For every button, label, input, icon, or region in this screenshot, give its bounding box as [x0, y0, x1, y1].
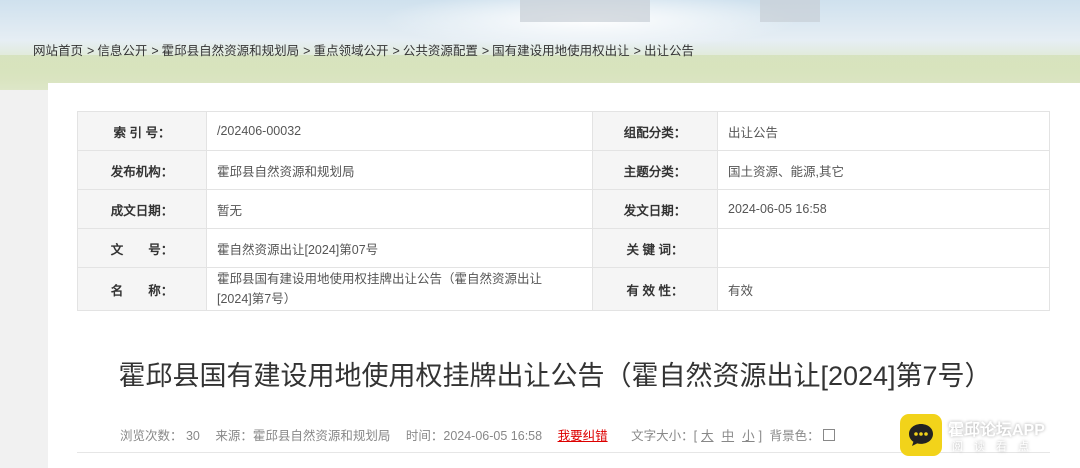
metadata-row: 发布机构： 霍邱县自然资源和规划局 主题分类： 国土资源、能源,其它: [77, 150, 1050, 190]
breadcrumb: 网站首页 > 信息公开 > 霍邱县自然资源和规划局 > 重点领域公开 > 公共资源配置 > 国有建设…: [33, 40, 694, 59]
source-text: 来源：霍邱县自然资源和规划局: [215, 429, 391, 443]
breadcrumb-home[interactable]: 网站首页: [33, 40, 83, 59]
breadcrumb-land-transfer[interactable]: 国有建设用地使用权出让: [492, 40, 630, 59]
validity-value: 有效: [717, 267, 1050, 311]
metadata-row: 成文日期： 暂无 发文日期： 2024-06-05 16:58: [77, 189, 1050, 229]
metadata-row: 索 引 号： /202406-00032 组配分类： 出让公告: [77, 111, 1050, 151]
breadcrumb-separator: >: [633, 44, 641, 58]
keywords-value: [717, 228, 1050, 268]
font-size-small-link[interactable]: 小: [742, 429, 755, 443]
page-title: 霍邱县国有建设用地使用权挂牌出让公告（霍自然资源出让[2024]第7号）: [118, 361, 992, 391]
watermark-app-name: 霍邱论坛APP: [948, 422, 1045, 439]
breadcrumb-info-public[interactable]: 信息公开: [97, 40, 147, 59]
breadcrumb-public-resources[interactable]: 公共资源配置: [403, 40, 478, 59]
header-banner: 网站首页 > 信息公开 > 霍邱县自然资源和规划局 > 重点领域公开 > 公共资源配置 > 国有建设…: [0, 0, 1080, 90]
view-count: 浏览次数： 30: [120, 429, 200, 443]
metadata-table: 索 引 号： /202406-00032 组配分类： 出让公告 发布机构： 霍邱…: [77, 111, 1050, 311]
category-value: 出让公告: [717, 111, 1050, 151]
background-color-control: 背景色：: [770, 425, 839, 444]
chat-bubble-icon: [900, 414, 942, 456]
document-number-value: 霍自然资源出让[2024]第07号: [206, 228, 593, 268]
breadcrumb-separator: >: [87, 44, 95, 58]
issue-date-value: 2024-06-05 16:58: [717, 189, 1050, 229]
breadcrumb-current[interactable]: 出让公告: [644, 40, 694, 59]
topic-label: 主题分类：: [592, 150, 718, 190]
app-watermark: 霍邱论坛APP 阅读看点: [900, 410, 1080, 468]
category-label: 组配分类：: [592, 111, 718, 151]
written-date-value: 暂无: [206, 189, 593, 229]
index-number-value: /202406-00032: [206, 111, 593, 151]
keywords-label: 关 键 词：: [592, 228, 718, 268]
breadcrumb-key-areas[interactable]: 重点领域公开: [313, 40, 388, 59]
breadcrumb-separator: >: [392, 44, 400, 58]
banner-building: [520, 0, 650, 22]
breadcrumb-bureau[interactable]: 霍邱县自然资源和规划局: [162, 40, 300, 59]
background-color-label: 背景色：: [769, 429, 820, 443]
font-size-large-link[interactable]: 大: [701, 429, 714, 443]
breadcrumb-separator: >: [151, 44, 159, 58]
article-info-bar: 浏览次数： 30 来源：霍邱县自然资源和规划局 时间：2024-06-05 16…: [120, 425, 838, 444]
publisher-label: 发布机构：: [77, 150, 207, 190]
watermark-subtitle: 阅读看点: [952, 441, 1040, 453]
banner-building: [760, 0, 820, 22]
font-size-label: 文字大小：[: [631, 429, 698, 443]
doc-name-label: 名 称：: [77, 267, 207, 311]
index-number-label: 索 引 号：: [77, 111, 207, 151]
report-error-link[interactable]: 我要纠错: [558, 429, 608, 443]
publish-time: 时间：2024-06-05 16:58: [405, 429, 543, 443]
font-size-bracket: ]: [758, 429, 763, 443]
document-number-label: 文 号：: [77, 228, 207, 268]
font-size-control: 文字大小：[大中小]: [631, 429, 766, 443]
doc-name-value: 霍邱县国有建设用地使用权挂牌出让公告（霍自然资源出让[2024]第7号）: [206, 267, 593, 311]
written-date-label: 成文日期：: [77, 189, 207, 229]
breadcrumb-separator: >: [481, 44, 490, 58]
breadcrumb-separator: >: [303, 44, 311, 58]
font-size-medium-link[interactable]: 中: [722, 429, 735, 443]
publisher-value: 霍邱县自然资源和规划局: [206, 150, 593, 190]
issue-date-label: 发文日期：: [592, 189, 718, 229]
metadata-row: 名 称： 霍邱县国有建设用地使用权挂牌出让公告（霍自然资源出让[2024]第7号…: [77, 267, 1050, 311]
metadata-row: 文 号： 霍自然资源出让[2024]第07号 关 键 词：: [77, 228, 1050, 268]
validity-label: 有 效 性：: [592, 267, 718, 311]
bg-swatch-white[interactable]: [823, 429, 836, 441]
topic-value: 国土资源、能源,其它: [717, 150, 1050, 190]
